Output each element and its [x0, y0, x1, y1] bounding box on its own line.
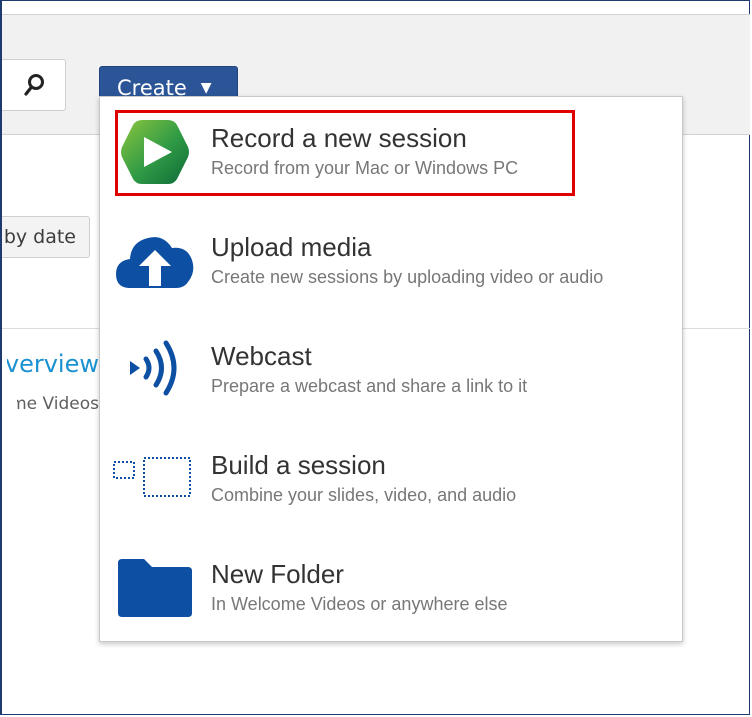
- menu-item-description: Create new sessions by uploading video o…: [211, 267, 604, 287]
- menu-item-title: Upload media: [211, 232, 372, 262]
- cloud-upload-icon: [116, 237, 194, 288]
- session-title-link[interactable]: Overview: [7, 350, 99, 378]
- menu-item-description: Combine your slides, video, and audio: [211, 485, 517, 505]
- menu-item-description: Prepare a webcast and share a link to it: [211, 376, 528, 396]
- chevron-down-icon: ▼: [200, 80, 212, 96]
- menu-item-description: In Welcome Videos or anywhere else: [211, 594, 508, 614]
- webcast-icon: [130, 340, 177, 396]
- sort-button-label: by date: [3, 226, 76, 248]
- menu-item-title: New Folder: [211, 559, 344, 589]
- menu-item-title: Build a session: [211, 450, 386, 480]
- search-button[interactable]: [2, 59, 66, 111]
- session-title-text: Overview: [7, 350, 99, 378]
- session-folder-label: Welcome Videos: [17, 394, 99, 414]
- menu-item-webcast[interactable]: Webcast Prepare a webcast and share a li…: [100, 315, 682, 423]
- sort-by-date-button[interactable]: by date: [2, 216, 90, 258]
- menu-item-build-session[interactable]: Build a session Combine your slides, vid…: [100, 424, 682, 532]
- menu-item-new-folder[interactable]: New Folder In Welcome Videos or anywhere…: [100, 533, 682, 641]
- menu-item-title: Webcast: [211, 341, 312, 371]
- menu-item-upload-media[interactable]: Upload media Create new sessions by uplo…: [100, 206, 682, 314]
- search-icon: [24, 74, 44, 96]
- session-folder-text: Welcome Videos: [17, 394, 99, 414]
- build-session-icon: [113, 457, 191, 497]
- highlight-box: [115, 110, 575, 196]
- folder-icon: [118, 559, 192, 617]
